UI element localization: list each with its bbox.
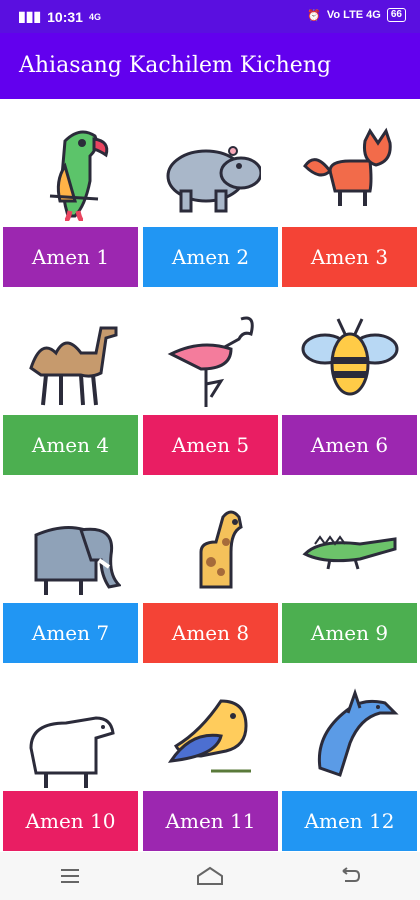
status-bar: ▮▮▮ 10:31 4G ⏰ Vo LTE 4G 66 — [0, 0, 420, 33]
app-title: Ahiasang Kachilem Kicheng — [19, 53, 332, 78]
alarm-icon: ⏰ — [307, 9, 321, 22]
bee-icon — [301, 318, 399, 396]
hippo-icon — [166, 146, 261, 213]
app-bar: Ahiasang Kachilem Kicheng — [0, 33, 420, 99]
camel-icon — [29, 326, 118, 406]
item-button-6[interactable]: Amen 6 — [282, 415, 417, 475]
battery-indicator: 66 — [386, 8, 406, 22]
elephant-icon — [34, 526, 121, 595]
item-button-1[interactable]: Amen 1 — [3, 227, 138, 287]
menu-icon[interactable] — [50, 861, 90, 891]
item-button-9[interactable]: Amen 9 — [282, 603, 417, 663]
signal-icon: ▮▮▮ — [18, 8, 42, 24]
polar-bear-icon — [29, 716, 115, 788]
item-button-3[interactable]: Amen 3 — [282, 227, 417, 287]
fox-icon — [303, 127, 392, 206]
item-button-12[interactable]: Amen 12 — [282, 791, 417, 851]
item-button-7[interactable]: Amen 7 — [3, 603, 138, 663]
system-nav-bar — [0, 852, 420, 900]
item-button-8[interactable]: Amen 8 — [143, 603, 278, 663]
network-left: 4G — [88, 11, 101, 22]
giraffe-icon — [199, 510, 243, 589]
dolphin-icon — [317, 688, 399, 777]
home-icon[interactable] — [190, 861, 230, 891]
item-button-5[interactable]: Amen 5 — [143, 415, 278, 475]
bird-icon — [167, 699, 251, 773]
status-time: 10:31 — [47, 8, 83, 25]
item-button-2[interactable]: Amen 2 — [143, 227, 278, 287]
item-button-10[interactable]: Amen 10 — [3, 791, 138, 851]
flamingo-icon — [167, 316, 254, 407]
crocodile-icon — [302, 535, 397, 570]
item-button-11[interactable]: Amen 11 — [143, 791, 278, 851]
item-button-4[interactable]: Amen 4 — [3, 415, 138, 475]
back-icon[interactable] — [330, 861, 370, 891]
network-right: Vo LTE 4G — [326, 9, 381, 21]
parrot-icon — [49, 130, 109, 221]
